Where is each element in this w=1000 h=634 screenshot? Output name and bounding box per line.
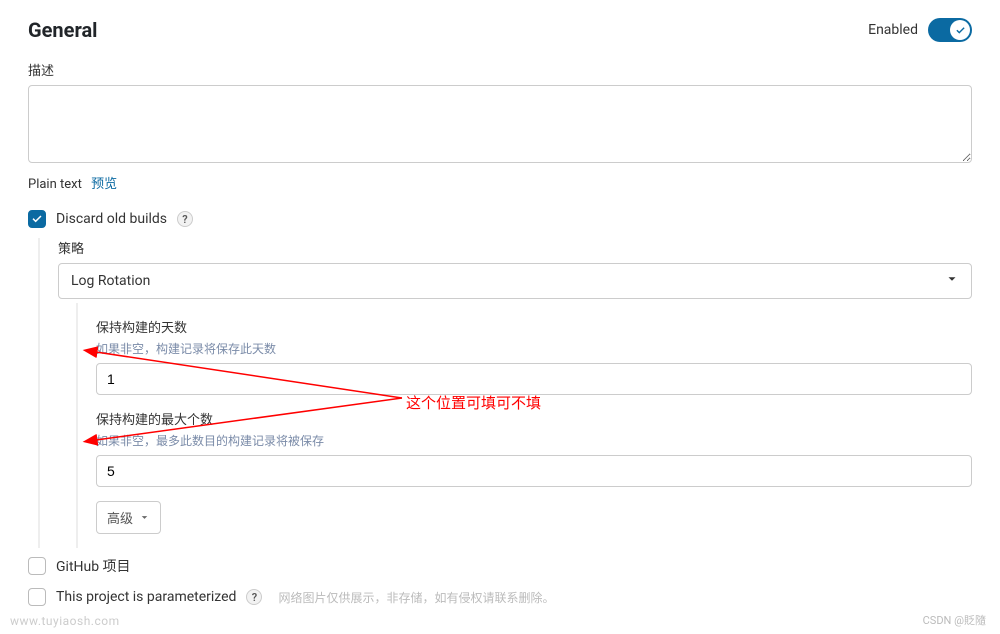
preview-link[interactable]: 预览 bbox=[91, 177, 117, 192]
toggle-knob bbox=[950, 20, 970, 40]
days-to-keep-hint: 如果非空，构建记录将保存此天数 bbox=[96, 340, 972, 357]
help-icon[interactable]: ? bbox=[246, 589, 262, 605]
watermark-right: CSDN @貶隨 bbox=[923, 612, 986, 628]
strategy-select[interactable]: Log Rotation bbox=[58, 263, 972, 299]
github-project-checkbox[interactable] bbox=[28, 557, 46, 575]
parameterized-row: This project is parameterized ? 网络图片仅供展示… bbox=[28, 588, 972, 606]
section-title: General bbox=[28, 18, 97, 42]
github-project-row: GitHub 项目 bbox=[28, 556, 972, 576]
advanced-button-label: 高级 bbox=[107, 508, 133, 527]
description-mode-row: Plain text 预览 bbox=[28, 173, 972, 192]
disclaimer-text: 网络图片仅供展示，非存储，如有侵权请联系删除。 bbox=[278, 589, 554, 606]
strategy-select-value: Log Rotation bbox=[71, 273, 150, 289]
days-to-keep-input[interactable] bbox=[96, 363, 972, 395]
check-icon bbox=[31, 213, 43, 225]
watermark-left: www.tuyiaosh.com bbox=[10, 614, 120, 628]
max-builds-hint: 如果非空，最多此数目的构建记录将被保存 bbox=[96, 432, 972, 449]
days-to-keep-label: 保持构建的天数 bbox=[96, 317, 972, 336]
discard-old-builds-label: Discard old builds bbox=[56, 211, 167, 227]
github-project-label: GitHub 项目 bbox=[56, 556, 131, 576]
plain-text-label: Plain text bbox=[28, 177, 82, 192]
chevron-down-icon bbox=[139, 512, 150, 523]
help-icon[interactable]: ? bbox=[177, 211, 193, 227]
chevron-down-icon bbox=[945, 272, 959, 290]
parameterized-label: This project is parameterized bbox=[56, 589, 236, 605]
advanced-button[interactable]: 高级 bbox=[96, 501, 161, 534]
max-builds-label: 保持构建的最大个数 bbox=[96, 409, 972, 428]
strategy-label: 策略 bbox=[58, 238, 972, 257]
max-builds-input[interactable] bbox=[96, 455, 972, 487]
enabled-toggle[interactable] bbox=[928, 18, 972, 42]
check-icon bbox=[955, 25, 966, 36]
parameterized-checkbox[interactable] bbox=[28, 588, 46, 606]
description-textarea[interactable] bbox=[28, 85, 972, 163]
discard-old-builds-row: Discard old builds ? bbox=[28, 210, 972, 228]
enabled-label: Enabled bbox=[868, 22, 918, 38]
discard-old-builds-checkbox[interactable] bbox=[28, 210, 46, 228]
enabled-toggle-group: Enabled bbox=[868, 18, 972, 42]
description-label: 描述 bbox=[28, 60, 972, 79]
